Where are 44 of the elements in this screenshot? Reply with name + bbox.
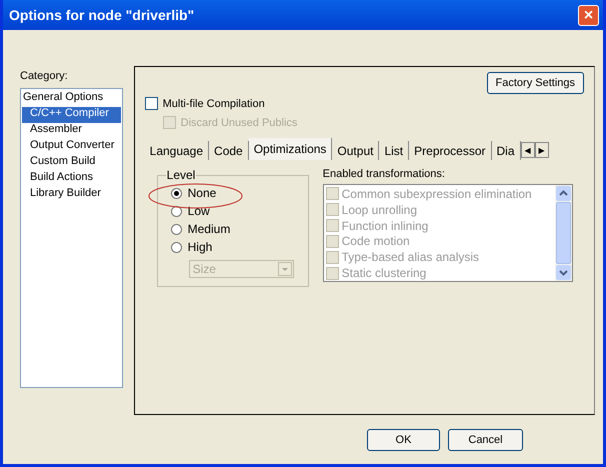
radio-button[interactable]: [170, 242, 182, 252]
scrollbar[interactable]: [554, 185, 572, 281]
group-label: Level: [166, 168, 196, 182]
transformations-label: Enabled transformations:: [322, 168, 446, 180]
tab[interactable]: List: [379, 141, 410, 160]
tab-scroll-button[interactable]: ▶: [534, 142, 549, 158]
category-item[interactable]: Build Actions: [22, 171, 121, 187]
radio-label: Medium: [188, 222, 230, 236]
category-item[interactable]: Assembler: [22, 123, 121, 139]
dialog-button[interactable]: Cancel: [448, 429, 523, 451]
checkbox-label: Function inlining: [342, 218, 428, 233]
radio-label: Low: [188, 204, 210, 218]
checkbox-label: Discard Unused Publics: [180, 116, 298, 128]
factory-settings-button[interactable]: Factory Settings: [486, 72, 584, 94]
category-item[interactable]: General Options: [22, 91, 121, 107]
checkbox-label: Multi-file Compilation: [162, 98, 265, 110]
caret-icon: [278, 262, 292, 276]
checkbox-label: Type-based alias analysis: [342, 250, 480, 264]
tab[interactable]: Optimizations: [248, 138, 332, 160]
radio-label: High: [188, 240, 212, 254]
checkbox-label: Common subexpression elimination: [342, 186, 532, 201]
category-label: Category:: [20, 70, 69, 82]
category-item[interactable]: Custom Build: [22, 155, 121, 171]
window-title: Options for node "driverlib": [9, 7, 194, 23]
category-item[interactable]: Output Converter: [22, 139, 121, 155]
scroll-up-icon[interactable]: [556, 186, 571, 201]
tab[interactable]: Preprocessor: [409, 141, 492, 160]
tab-scroll-button[interactable]: ◀: [520, 142, 535, 158]
checkbox-label: Code motion: [342, 234, 410, 248]
checkbox-label: Static clustering: [342, 266, 426, 280]
radio-label: None: [188, 186, 216, 200]
checkbox-label: Loop unrolling: [342, 202, 418, 217]
category-item[interactable]: Library Builder: [22, 187, 121, 203]
radio-button[interactable]: [170, 206, 182, 216]
radio-button[interactable]: [170, 224, 182, 234]
scroll-down-icon[interactable]: [556, 265, 571, 280]
checkbox[interactable]: [144, 97, 158, 110]
radio-button[interactable]: [170, 188, 182, 198]
scroll-thumb[interactable]: [556, 202, 571, 264]
dialog-button[interactable]: OK: [367, 429, 440, 451]
category-item[interactable]: C/C++ Compiler: [22, 107, 121, 123]
tab[interactable]: Output: [332, 141, 380, 160]
close-button[interactable]: ×: [578, 4, 599, 26]
tab[interactable]: Language: [144, 141, 210, 160]
